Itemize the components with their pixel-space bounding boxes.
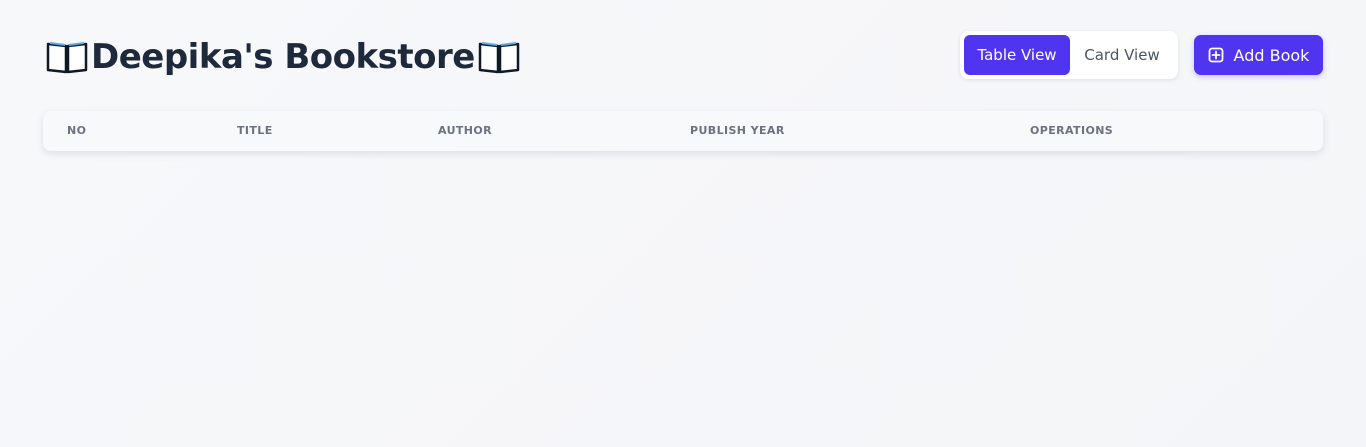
column-header-no: NO: [67, 124, 87, 137]
page-title: Deepika's Bookstore: [91, 37, 475, 77]
card-view-button[interactable]: Card View: [1070, 35, 1174, 75]
open-book-icon: [45, 39, 89, 75]
books-table: NO TITLE AUTHOR PUBLISH YEAR OPERATIONS: [43, 111, 1323, 151]
column-header-title: TITLE: [237, 124, 273, 137]
column-header-publish-year: PUBLISH YEAR: [690, 124, 785, 137]
add-book-button[interactable]: Add Book: [1194, 35, 1323, 75]
bookstore-page: Deepika's Bookstore Table View Card View…: [0, 0, 1366, 447]
add-book-label: Add Book: [1233, 45, 1310, 65]
view-toggle: Table View Card View: [960, 31, 1178, 79]
table-view-button[interactable]: Table View: [964, 35, 1070, 75]
open-book-icon: [477, 39, 521, 75]
page-header: Deepika's Bookstore: [45, 35, 521, 79]
plus-square-icon: [1208, 47, 1224, 63]
column-header-author: AUTHOR: [438, 124, 493, 137]
column-header-operations: OPERATIONS: [1030, 124, 1114, 137]
